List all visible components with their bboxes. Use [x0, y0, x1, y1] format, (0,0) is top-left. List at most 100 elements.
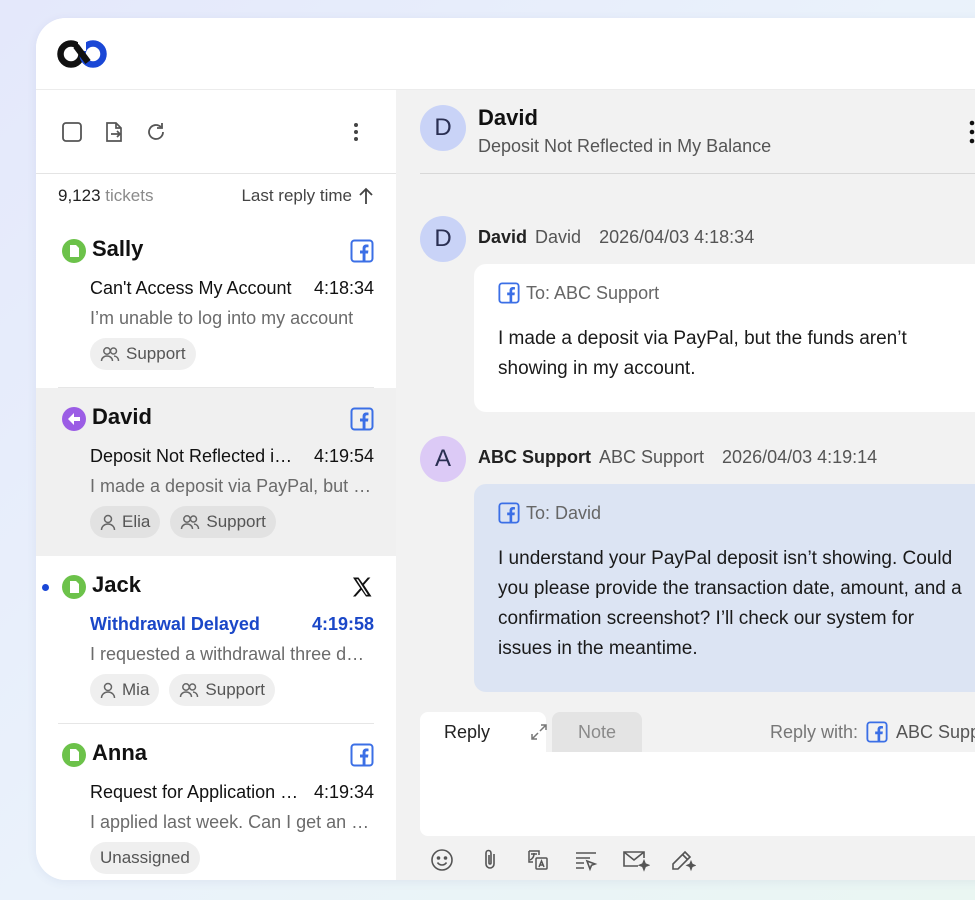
- person-icon: [100, 513, 116, 531]
- tab-note[interactable]: Note: [552, 712, 642, 752]
- conversation-subject: Deposit Not Reflected in My Balance: [478, 136, 772, 156]
- open-ticket-icon: [62, 239, 86, 263]
- expand-icon[interactable]: [530, 723, 548, 741]
- group-icon: [100, 345, 120, 363]
- ticket-item-selected[interactable]: David Deposit Not Reflected in My Balanc…: [36, 388, 396, 556]
- ticket-item[interactable]: Jack Withdrawal Delayed 4:19:58 I reques…: [36, 556, 396, 724]
- ai-write-icon[interactable]: [670, 848, 696, 872]
- quick-reply-icon[interactable]: [574, 848, 598, 872]
- ticket-subject: Withdrawal Delayed: [90, 614, 260, 634]
- replied-ticket-icon: [62, 407, 86, 431]
- group-icon: [179, 681, 199, 699]
- message-meta: ABC Support ABC Support 2026/04/03 4:19:14: [478, 447, 877, 468]
- ticket-time: 4:19:54: [313, 446, 374, 466]
- message-body: I understand your PayPal deposit isn’t s…: [498, 548, 962, 659]
- list-toolbar: [36, 90, 396, 174]
- app-logo-icon: [56, 38, 110, 70]
- ticket-customer-name: Sally: [92, 236, 144, 261]
- ticket-preview: I requested a withdrawal three days ago: [90, 644, 374, 664]
- message-sender: David: [478, 227, 528, 247]
- avatar: A: [420, 436, 466, 482]
- message-meta: David David 2026/04/03 4:18:34: [478, 227, 754, 248]
- refresh-icon[interactable]: [144, 120, 168, 144]
- team-tag: Support: [90, 338, 196, 370]
- emoji-icon[interactable]: [430, 848, 454, 872]
- ticket-item[interactable]: Sally Can't Access My Account 4:18:34 I’…: [36, 220, 396, 388]
- reply-with-account: ABC Support: [896, 721, 975, 742]
- sort-button[interactable]: Last reply time: [241, 186, 374, 206]
- ticket-customer-name: David: [92, 404, 152, 429]
- tab-reply[interactable]: Reply: [420, 712, 548, 752]
- ticket-subject: Request for Application Status: [90, 782, 300, 802]
- open-ticket-icon: [62, 743, 86, 767]
- facebook-icon: [350, 407, 374, 431]
- composer-toolbar: [430, 848, 696, 872]
- message-timestamp: 2026/04/03 4:19:14: [722, 447, 878, 467]
- message-bubble-outgoing: To: David I understand your PayPal depos…: [474, 484, 975, 692]
- reply-input[interactable]: [420, 752, 975, 836]
- message-account: ABC Support: [598, 447, 705, 467]
- attachment-icon[interactable]: [478, 848, 502, 872]
- more-vertical-icon[interactable]: [344, 120, 368, 144]
- ticket-count: 9,123: [58, 186, 101, 205]
- reply-tabs: Reply Note Reply with: ABC Support: [420, 712, 975, 752]
- translate-icon[interactable]: [526, 848, 550, 872]
- x-icon: [350, 575, 374, 599]
- ticket-tags: Elia Support: [90, 506, 276, 538]
- tag-label: Elia: [122, 512, 151, 531]
- tag-label: Support: [126, 344, 186, 363]
- arrow-up-icon: [358, 187, 374, 205]
- facebook-icon: [498, 502, 520, 524]
- reply-with-label: Reply with:: [770, 721, 859, 742]
- ticket-list-panel: 9,123 tickets Last reply time Sally Can'…: [36, 90, 396, 880]
- select-all-checkbox[interactable]: [60, 120, 84, 144]
- message-body: I made a deposit via PayPal, but the fun…: [498, 328, 907, 379]
- facebook-icon: [350, 743, 374, 767]
- ai-email-icon[interactable]: [622, 848, 650, 872]
- ticket-time: 4:18:34: [313, 278, 374, 298]
- ticket-tags: Mia Support: [90, 674, 275, 706]
- tab-note-label: Note: [577, 721, 617, 742]
- conversation-panel: D David Deposit Not Reflected in My Bala…: [396, 90, 975, 880]
- message-recipient: To: David: [498, 502, 972, 524]
- ticket-time: 4:19:58: [311, 614, 374, 634]
- avatar: D: [420, 216, 466, 262]
- tab-reply-label: Reply: [444, 721, 491, 742]
- ticket-preview: I applied last week. Can I get an update…: [90, 812, 374, 832]
- message-bubble-incoming: To: ABC Support I made a deposit via Pay…: [474, 264, 975, 412]
- facebook-icon: [350, 239, 374, 263]
- ticket-preview: I made a deposit via PayPal, but the fun…: [90, 476, 374, 496]
- sort-label: Last reply time: [241, 186, 352, 205]
- facebook-icon: [866, 721, 888, 743]
- more-vertical-icon[interactable]: [960, 118, 975, 146]
- ticket-time: 4:19:34: [313, 782, 374, 802]
- team-tag: Support: [170, 506, 276, 538]
- message-recipient: To: ABC Support: [498, 282, 972, 304]
- ticket-customer-name: Anna: [92, 740, 147, 765]
- unread-dot: [42, 584, 49, 591]
- tag-label: Unassigned: [100, 848, 190, 867]
- ticket-subject: Can't Access My Account: [90, 278, 292, 298]
- ticket-count-unit: tickets: [105, 186, 154, 205]
- app-window: 9,123 tickets Last reply time Sally Can'…: [36, 18, 975, 880]
- recipient-label: To: David: [526, 502, 602, 523]
- export-icon[interactable]: [102, 120, 126, 144]
- tag-label: Mia: [122, 680, 150, 699]
- ticket-customer-name: Jack: [92, 572, 141, 597]
- message-timestamp: 2026/04/03 4:18:34: [599, 227, 755, 247]
- tag-label: Support: [205, 680, 265, 699]
- ticket-subject: Deposit Not Reflected in My Balance: [90, 446, 300, 466]
- conversation-header: D David Deposit Not Reflected in My Bala…: [420, 90, 975, 174]
- person-icon: [100, 681, 116, 699]
- unassigned-tag: Unassigned: [90, 842, 200, 874]
- ticket-preview: I’m unable to log into my account: [90, 308, 354, 328]
- ticket-item[interactable]: Anna Request for Application Status 4:19…: [36, 724, 396, 880]
- ticket-tags: Support: [90, 338, 196, 370]
- ticket-tags: Unassigned: [90, 842, 200, 874]
- facebook-icon: [498, 282, 520, 304]
- reply-with-selector[interactable]: Reply with: ABC Support: [770, 721, 975, 743]
- avatar: D: [420, 105, 466, 151]
- ticket-count-row: 9,123 tickets Last reply time: [58, 186, 374, 208]
- conversation-customer-name: David: [478, 105, 538, 130]
- team-tag: Support: [169, 674, 275, 706]
